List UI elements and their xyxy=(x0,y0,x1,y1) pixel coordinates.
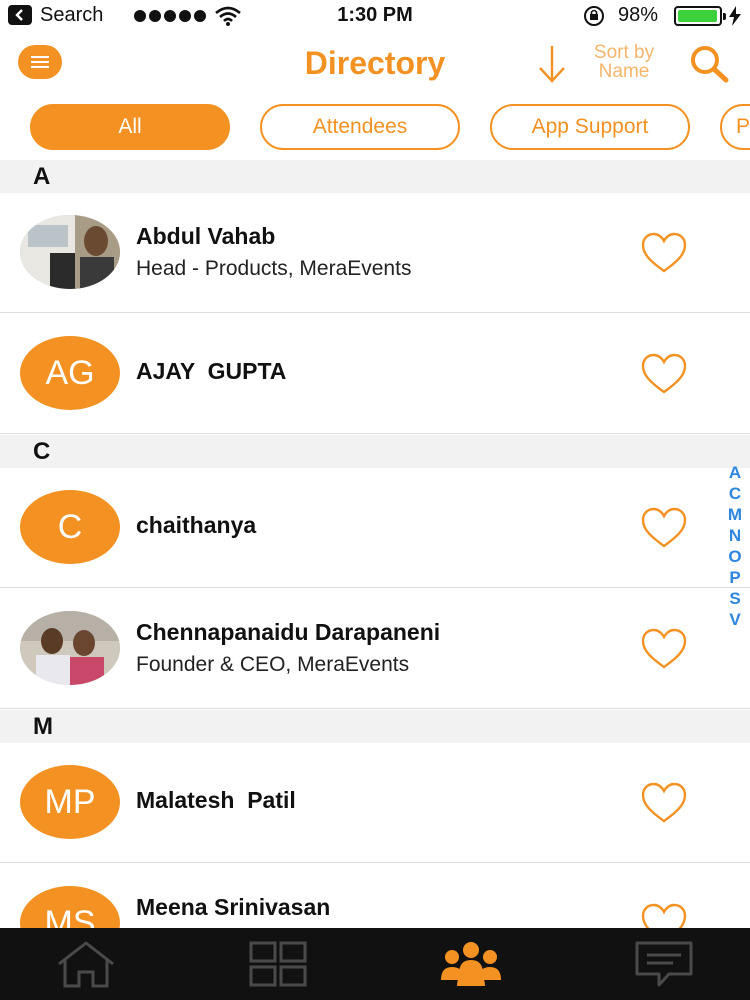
index-letter-o[interactable]: O xyxy=(722,546,748,567)
alphabet-index[interactable]: A C M N O P S V xyxy=(722,462,748,630)
search-button[interactable] xyxy=(686,44,732,84)
person-row[interactable]: Abdul Vahab Head - Products, MeraEvents xyxy=(0,193,750,313)
person-name: Abdul Vahab xyxy=(136,223,276,249)
person-row[interactable]: MP Malatesh Patil xyxy=(0,743,750,863)
filter-chip-partial[interactable]: P xyxy=(720,104,750,150)
index-letter-s[interactable]: S xyxy=(722,588,748,609)
person-row[interactable]: Chennapanaidu Darapaneni Founder & CEO, … xyxy=(0,589,750,709)
heart-icon[interactable] xyxy=(640,506,688,550)
sort-by-name-button[interactable]: Sort by Name xyxy=(536,40,676,88)
sort-arrow-icon xyxy=(539,46,565,83)
avatar-initials: MP xyxy=(20,765,120,839)
avatar-initials: AG xyxy=(20,336,120,410)
person-title: Founder & CEO, MeraEvents xyxy=(136,653,410,676)
back-to-app-label[interactable]: Search xyxy=(40,4,103,27)
header: Directory Sort by Name xyxy=(0,32,750,98)
index-letter-c[interactable]: C xyxy=(722,483,748,504)
rotation-lock-icon xyxy=(584,6,604,26)
filter-chip-app-support[interactable]: App Support xyxy=(490,104,690,150)
heart-icon[interactable] xyxy=(640,231,688,275)
index-letter-n[interactable]: N xyxy=(722,525,748,546)
section-header-c: C xyxy=(0,435,750,468)
index-letter-a[interactable]: A xyxy=(722,462,748,483)
battery-icon xyxy=(674,6,726,26)
filter-chips: All Attendees App Support P xyxy=(0,104,750,152)
status-bar: Search 1:30 PM 98% xyxy=(0,0,750,32)
tab-bar xyxy=(0,928,750,1000)
menu-button[interactable] xyxy=(18,45,62,79)
avatar xyxy=(20,215,120,289)
battery-percent: 98% xyxy=(618,4,659,26)
people-icon xyxy=(441,942,501,986)
section-header-a: A xyxy=(0,160,750,193)
person-name: chaithanya xyxy=(136,512,257,538)
tab-dashboard[interactable] xyxy=(246,938,310,990)
filter-chip-attendees[interactable]: Attendees xyxy=(260,104,460,150)
grid-icon xyxy=(249,941,307,987)
person-name: Meena Srinivasan xyxy=(136,894,331,920)
person-name: Malatesh Patil xyxy=(136,787,296,813)
person-name: AJAY GUPTA xyxy=(136,358,287,384)
heart-icon[interactable] xyxy=(640,352,688,396)
person-name: Chennapanaidu Darapaneni xyxy=(136,619,441,645)
heart-icon[interactable] xyxy=(640,627,688,671)
wifi-icon xyxy=(215,6,241,26)
back-to-app-icon[interactable] xyxy=(8,5,32,25)
directory-list[interactable]: A Abdul Vahab Head - Products, MeraEvent… xyxy=(0,160,750,928)
chat-icon xyxy=(635,941,693,987)
person-row[interactable]: AG AJAY GUPTA xyxy=(0,314,750,434)
tab-home[interactable] xyxy=(54,938,118,990)
avatar-initials: MS xyxy=(20,886,120,928)
signal-strength-icon xyxy=(134,10,206,22)
index-letter-p[interactable]: P xyxy=(722,567,748,588)
section-header-m: M xyxy=(0,710,750,743)
avatar-initials: C xyxy=(20,490,120,564)
home-icon xyxy=(58,941,114,988)
heart-icon[interactable] xyxy=(640,902,688,928)
filter-chip-all[interactable]: All xyxy=(30,104,230,150)
person-row[interactable]: MS Meena Srinivasan xyxy=(0,864,750,928)
tab-directory[interactable] xyxy=(438,938,504,990)
search-icon xyxy=(691,46,729,83)
index-letter-m[interactable]: M xyxy=(722,504,748,525)
index-letter-v[interactable]: V xyxy=(722,609,748,630)
sort-label: Sort by Name xyxy=(593,42,655,82)
tab-messages[interactable] xyxy=(632,938,696,990)
person-title: Head - Products, MeraEvents xyxy=(136,257,412,280)
avatar xyxy=(20,611,120,685)
heart-icon[interactable] xyxy=(640,781,688,825)
person-row[interactable]: C chaithanya xyxy=(0,468,750,588)
charging-bolt-icon xyxy=(729,6,741,26)
